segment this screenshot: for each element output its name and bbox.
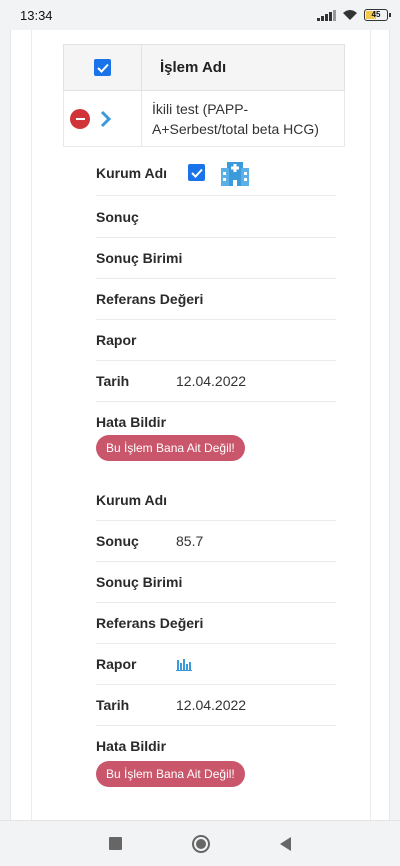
table-header: İşlem Adı [63, 44, 345, 91]
row-controls [64, 91, 142, 146]
field-value: 85.7 [176, 533, 204, 549]
field-hata-bildir: Hata Bildir [96, 732, 336, 760]
field-label: Hata Bildir [96, 414, 167, 430]
check-icon [190, 168, 203, 178]
detail-block-2: Kurum Adı Sonuç 85.7 Sonuç Birimi Refera… [63, 479, 345, 809]
field-value: 12.04.2022 [176, 697, 247, 713]
field-referans-degeri: Referans Değeri [96, 603, 336, 644]
field-kurum-adi: Kurum Adı [96, 150, 336, 196]
field-label: Kurum Adı [96, 491, 168, 508]
field-label: Sonuç Birimi [96, 574, 183, 590]
field-label: Kurum Adı [96, 164, 168, 181]
field-label: Sonuç [96, 208, 139, 225]
field-label: Rapor [96, 656, 137, 672]
detail-block-1: Kurum Adı Sonuç Sonuç Birimi Referans De… [63, 150, 345, 480]
field-label: Rapor [96, 332, 137, 348]
field-hata-bildir: Hata Bildir [96, 408, 336, 436]
battery-level: 45 [371, 10, 381, 19]
field-label: Referans Değeri [96, 291, 204, 307]
field-label: Sonuç [96, 533, 139, 549]
field-tarih: Tarih 12.04.2022 [96, 361, 336, 402]
signal-icon [317, 9, 336, 21]
select-all-cell [64, 45, 142, 90]
wifi-icon [343, 10, 357, 20]
field-sonuc: Sonuç 85.7 [96, 521, 336, 562]
field-label: Tarih [96, 373, 130, 389]
hospital-icon[interactable] [221, 160, 249, 186]
chevron-right-icon [100, 110, 112, 127]
home-button[interactable] [192, 834, 210, 853]
field-label: Referans Değeri [96, 615, 204, 631]
select-all-checkbox[interactable] [94, 59, 111, 76]
field-label: Sonuç Birimi [96, 250, 183, 266]
system-nav-bar [0, 820, 400, 866]
field-sonuc: Sonuç [96, 196, 336, 238]
field-referans-degeri: Referans Değeri [96, 279, 336, 320]
battery-icon: 45 [364, 9, 391, 21]
bar-chart-icon[interactable] [176, 657, 192, 671]
field-kurum-adi: Kurum Adı [96, 479, 336, 521]
check-icon [96, 63, 109, 73]
status-icons: 45 [317, 9, 391, 21]
minus-icon [75, 117, 85, 120]
home-icon [196, 838, 206, 849]
report-error-button[interactable]: Bu İşlem Bana Ait Değil! [96, 761, 245, 787]
status-bar: 13:34 45 [0, 0, 400, 30]
column-header-islem-adi: İşlem Adı [160, 59, 227, 76]
field-label: Tarih [96, 697, 130, 713]
recent-apps-button[interactable] [109, 837, 122, 850]
field-rapor: Rapor [96, 644, 336, 685]
field-sonuc-birimi: Sonuç Birimi [96, 238, 336, 279]
remove-row-button[interactable] [70, 108, 90, 129]
status-time: 13:34 [20, 7, 53, 23]
report-error-button[interactable]: Bu İşlem Bana Ait Değil! [96, 435, 245, 461]
field-tarih: Tarih 12.04.2022 [96, 685, 336, 726]
table-row: İkili test (PAPP-A+Serbest/total beta HC… [63, 91, 345, 147]
field-sonuc-birimi: Sonuç Birimi [96, 562, 336, 603]
row-title: İkili test (PAPP-A+Serbest/total beta HC… [152, 101, 319, 137]
expand-row-button[interactable] [100, 109, 114, 129]
field-rapor: Rapor [96, 320, 336, 361]
back-button[interactable] [280, 836, 291, 851]
field-value: 12.04.2022 [176, 373, 247, 389]
field-label: Hata Bildir [96, 738, 167, 754]
kurum-checkbox[interactable] [188, 164, 205, 181]
